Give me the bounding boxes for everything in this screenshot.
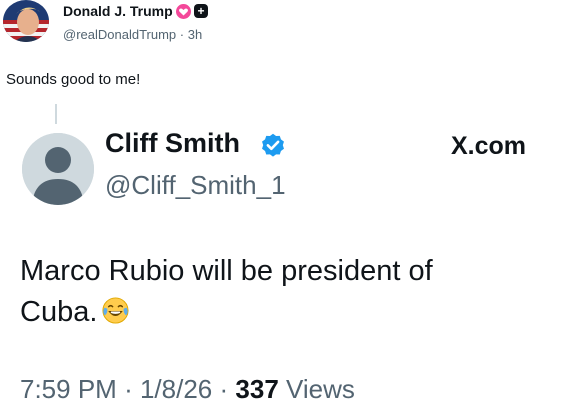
quoted-avatar — [22, 133, 94, 205]
quoted-author-name: Cliff Smith — [105, 128, 240, 158]
handle-separator: · — [179, 27, 185, 42]
thread-connector-line — [55, 104, 57, 124]
author-handle[interactable]: @realDonaldTrump — [63, 27, 176, 42]
heart-badge-icon — [176, 4, 191, 19]
author-name[interactable]: Donald J. Trump — [63, 3, 173, 19]
x-com-logo: X.com — [451, 132, 527, 160]
verified-badge-icon — [259, 132, 287, 160]
views-count: 337 — [235, 374, 279, 404]
meta-separator-2: · — [219, 374, 229, 404]
views-label: Views — [286, 374, 355, 404]
quoted-text-line-1: Marco Rubio will be president of — [20, 255, 433, 287]
laughing-tears-emoji-icon — [101, 296, 130, 325]
plus-badge-icon: + — [194, 4, 208, 18]
quoted-text-line-2: Cuba. — [20, 292, 433, 333]
quoted-date: 1/8/26 — [139, 374, 213, 404]
quoted-author-handle: @Cliff_Smith_1 — [105, 170, 286, 200]
author-avatar[interactable] — [3, 0, 49, 42]
meta-separator-1: · — [124, 374, 133, 404]
post-text: Sounds good to me! — [6, 71, 141, 88]
quoted-time: 7:59 PM — [20, 374, 117, 404]
post-age[interactable]: 3h — [188, 27, 202, 42]
quoted-tweet-meta: 7:59 PM · 1/8/26 · 337 Views — [20, 374, 355, 405]
author-handle-line: @realDonaldTrump · 3h — [63, 27, 202, 42]
quoted-text-line-2-text: Cuba. — [20, 296, 98, 328]
quoted-tweet-text: Marco Rubio will be president of Cuba. — [20, 251, 433, 333]
